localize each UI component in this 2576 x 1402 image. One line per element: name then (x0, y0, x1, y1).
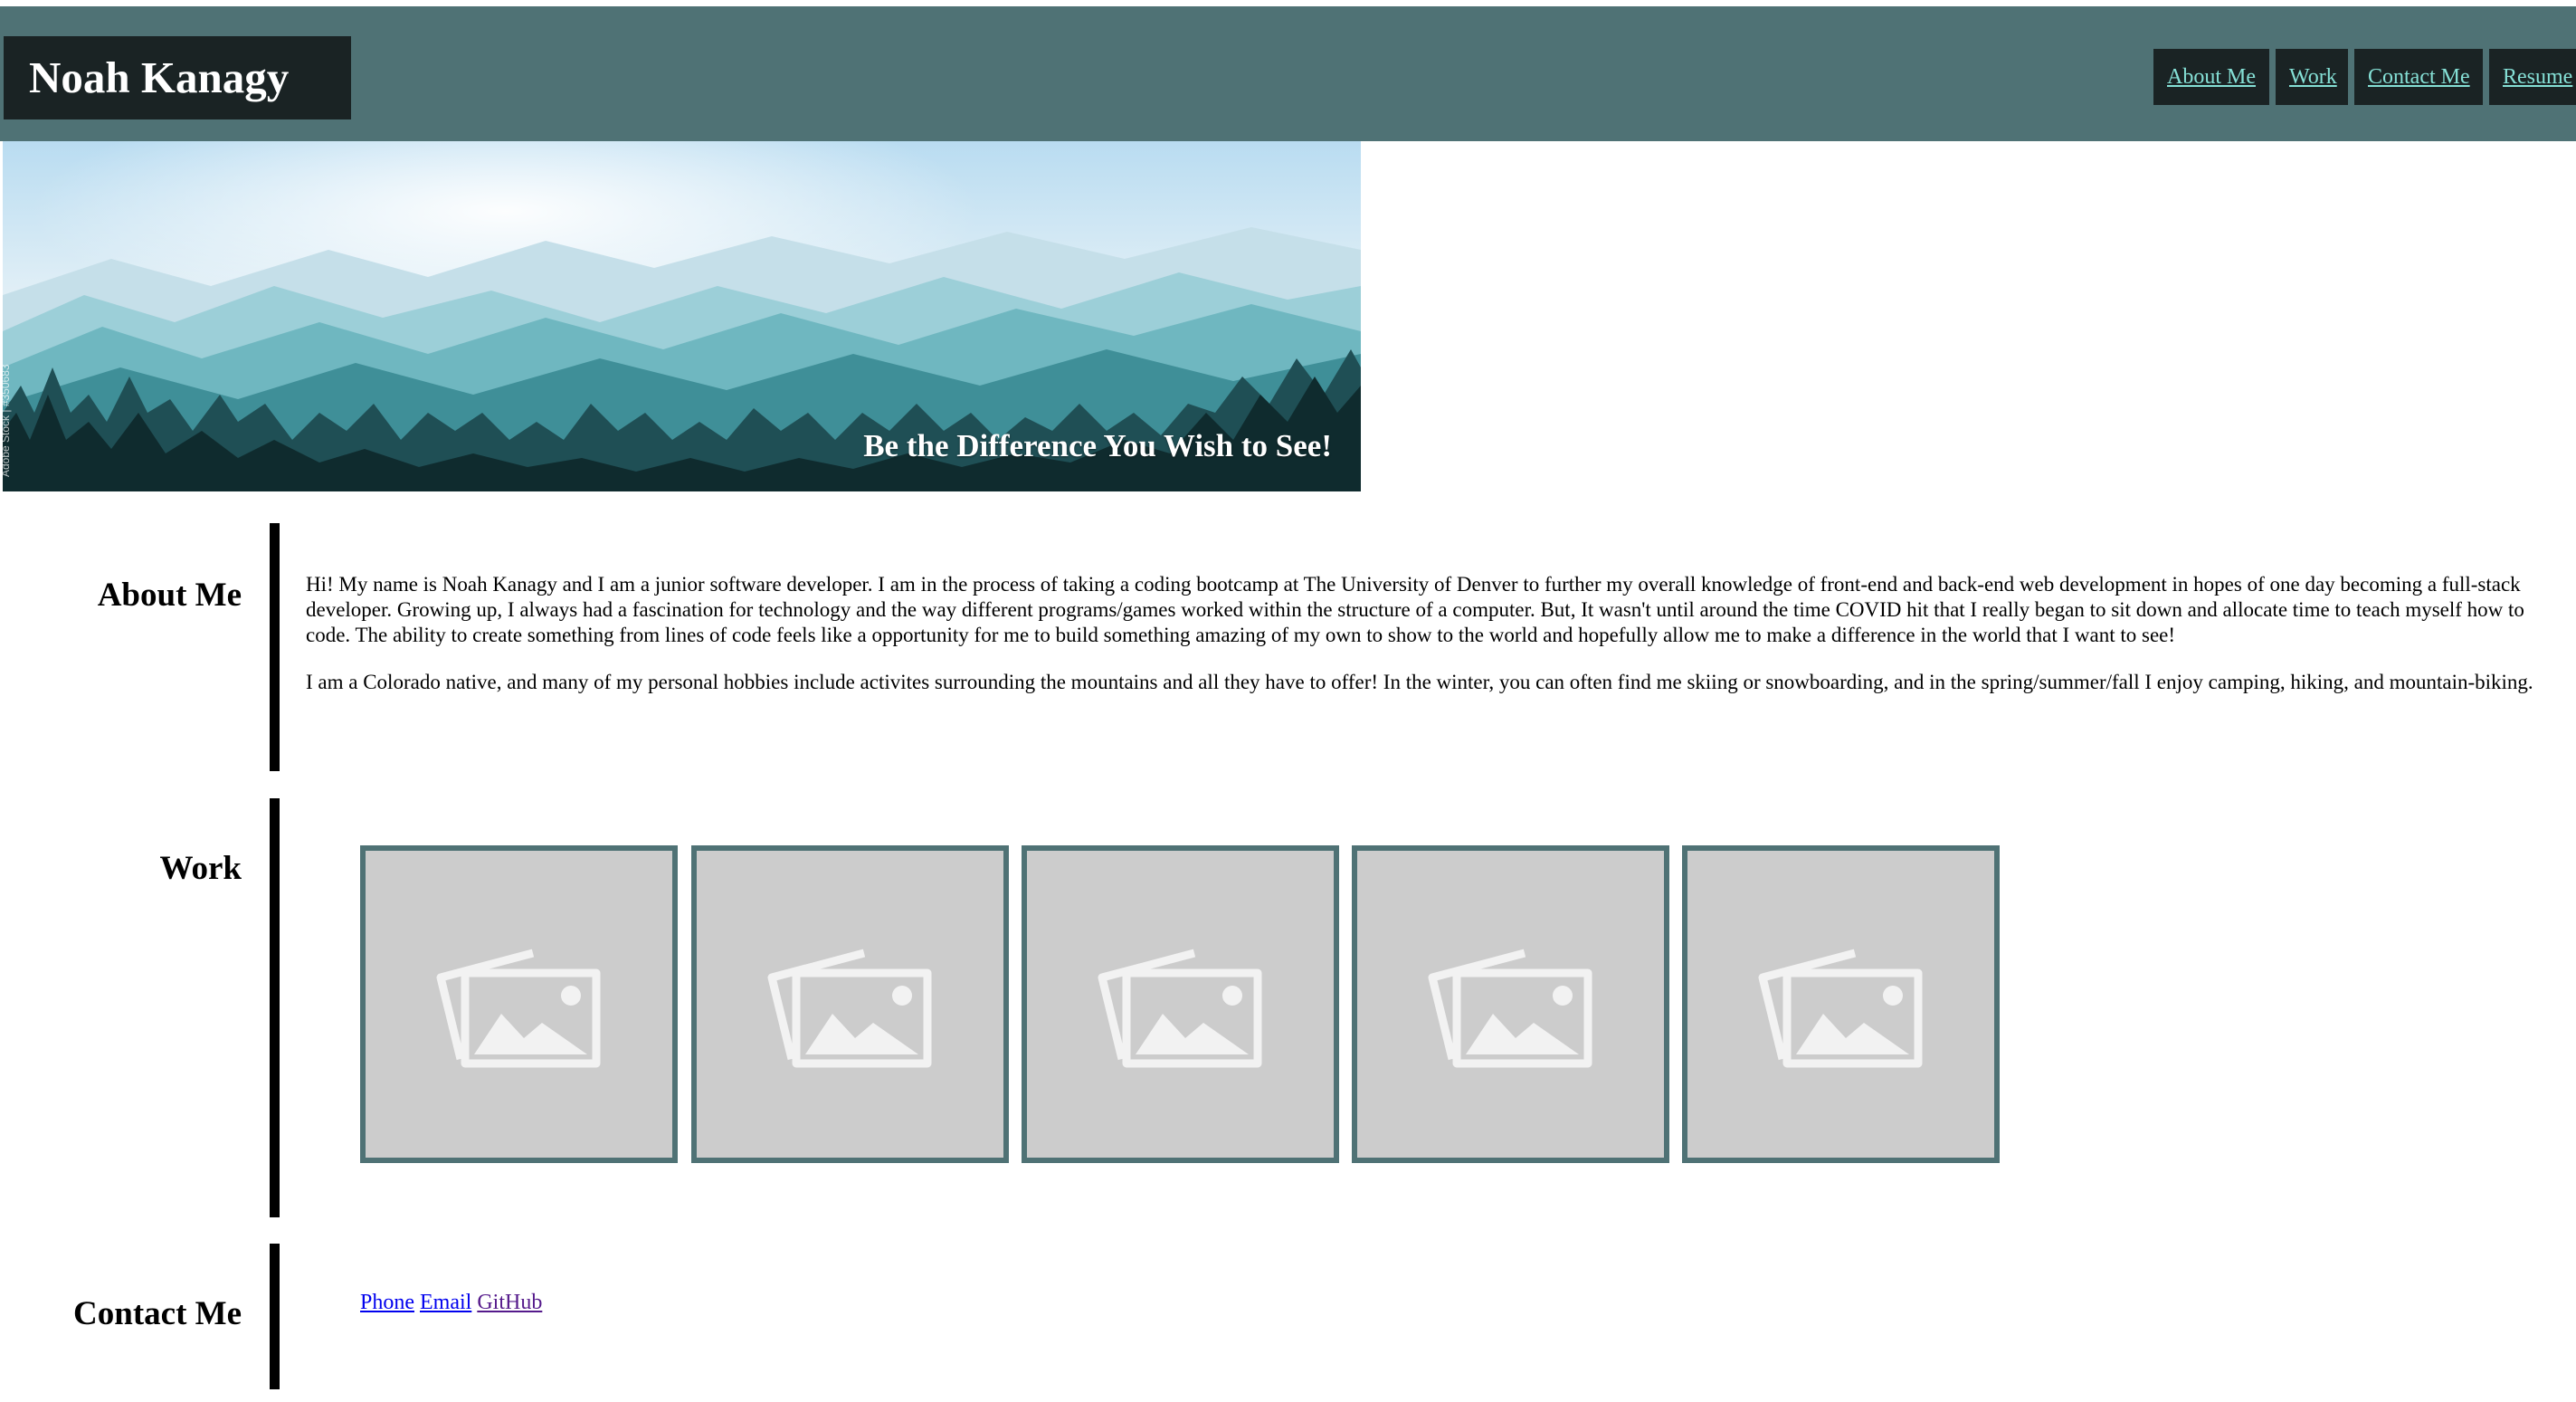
about-title: About Me (97, 577, 242, 614)
about-paragraph: I am a Colorado native, and many of my p… (306, 671, 2533, 693)
contact-divider (270, 1244, 280, 1389)
site-header: Noah Kanagy About Me Work Contact Me Res… (0, 6, 2576, 141)
hero-banner: Adobe Stock | #350683 Be the Difference … (3, 141, 1361, 491)
image-placeholder-icon (767, 949, 931, 1067)
work-card[interactable] (1682, 845, 2000, 1163)
work-card[interactable] (691, 845, 1009, 1163)
about-text: Hi! My name is Noah Kanagy and I am a ju… (306, 572, 2541, 717)
about-section: About Me Hi! My name is Noah Kanagy and … (0, 523, 2576, 771)
github-link[interactable]: GitHub (477, 1291, 542, 1314)
contact-title: Contact Me (73, 1295, 242, 1332)
work-card[interactable] (360, 845, 678, 1163)
phone-link[interactable]: Phone (360, 1291, 414, 1314)
work-title: Work (159, 850, 242, 887)
nav-link-resume[interactable]: Resume (2489, 49, 2576, 105)
hero-caption: Be the Difference You Wish to See! (863, 428, 1332, 463)
work-divider (270, 798, 280, 1217)
stock-watermark: Adobe Stock | #350683 (3, 364, 12, 477)
image-placeholder-icon (436, 949, 600, 1067)
nav-link-contact-me[interactable]: Contact Me (2354, 49, 2483, 105)
contact-links: Phone Email GitHub (360, 1291, 542, 1315)
work-card[interactable] (1022, 845, 1339, 1163)
image-placeholder-icon (1428, 949, 1592, 1067)
image-placeholder-icon (1758, 949, 1922, 1067)
nav-link-about-me[interactable]: About Me (2153, 49, 2269, 105)
nav-link-work[interactable]: Work (2276, 49, 2348, 105)
email-link[interactable]: Email (420, 1291, 471, 1314)
site-title: Noah Kanagy (4, 36, 351, 119)
image-placeholder-icon (1098, 949, 1261, 1067)
work-card[interactable] (1352, 845, 1669, 1163)
about-divider (270, 523, 280, 771)
about-paragraph: Hi! My name is Noah Kanagy and I am a ju… (306, 573, 2524, 646)
contact-section: Contact Me (0, 1244, 2576, 1389)
